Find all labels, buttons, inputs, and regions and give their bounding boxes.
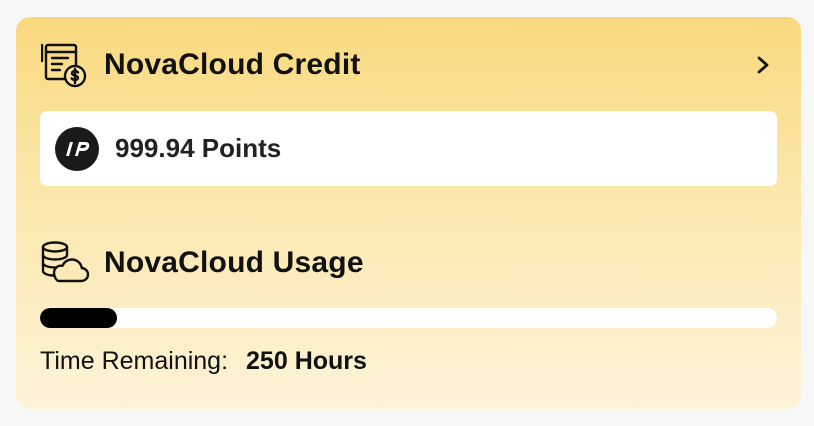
- time-remaining: Time Remaining: 250 Hours: [40, 347, 367, 376]
- points-balance: 999.94 Points: [40, 111, 777, 186]
- database-cloud-icon: [40, 238, 90, 288]
- time-remaining-label: Time Remaining:: [40, 347, 229, 375]
- points-amount: 999.94 Points: [115, 133, 282, 163]
- chevron-right-icon[interactable]: [749, 51, 777, 79]
- usage-header: NovaCloud Usage: [40, 237, 777, 289]
- novacloud-card: NovaCloud Credit 999.94 Points NovaCloud…: [16, 17, 801, 409]
- credit-title: NovaCloud Credit: [104, 48, 361, 81]
- usage-progress-bar: [40, 308, 777, 328]
- time-remaining-value: 250 Hours: [246, 347, 367, 375]
- np-logo-icon: [55, 126, 99, 171]
- usage-progress-fill: [40, 308, 118, 328]
- invoice-dollar-icon: [40, 40, 90, 90]
- usage-title: NovaCloud Usage: [104, 246, 364, 279]
- credit-header[interactable]: NovaCloud Credit: [40, 39, 777, 91]
